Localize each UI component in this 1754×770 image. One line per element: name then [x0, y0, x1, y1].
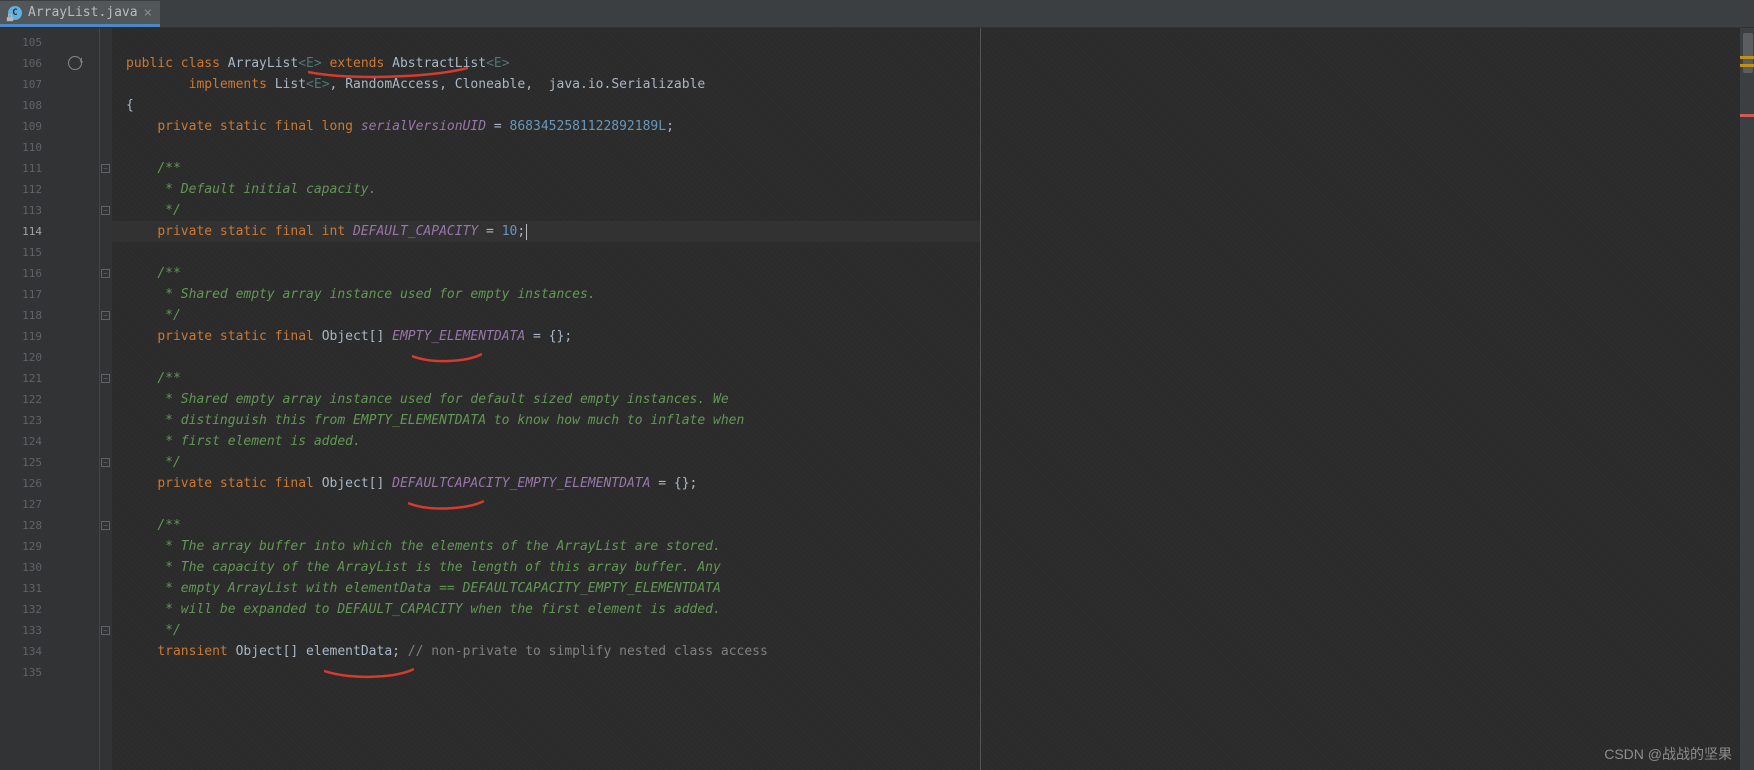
line-number[interactable]: 107 — [0, 74, 50, 95]
line-number[interactable]: 117 — [0, 284, 50, 305]
line-number[interactable]: 131 — [0, 578, 50, 599]
file-tab[interactable]: ArrayList.java × — [0, 1, 160, 27]
line-number[interactable]: 135 — [0, 662, 50, 683]
lock-icon — [6, 14, 14, 22]
line-number[interactable]: 111 — [0, 158, 50, 179]
line-number[interactable]: 105 — [0, 32, 50, 53]
line-number[interactable]: 128 — [0, 515, 50, 536]
line-number[interactable]: 118 — [0, 305, 50, 326]
line-number[interactable]: 126 — [0, 473, 50, 494]
watermark-text: CSDN @战战的坚果 — [1604, 744, 1732, 764]
line-number[interactable]: 116 — [0, 263, 50, 284]
line-number[interactable]: 109 — [0, 116, 50, 137]
line-number[interactable]: 122 — [0, 389, 50, 410]
fold-toggle-icon[interactable]: − — [101, 458, 110, 467]
line-number[interactable]: 113 — [0, 200, 50, 221]
line-number[interactable]: 115 — [0, 242, 50, 263]
fold-toggle-icon[interactable]: − — [101, 269, 110, 278]
fold-toggle-icon[interactable]: − — [101, 206, 110, 215]
line-number[interactable]: 112 — [0, 179, 50, 200]
right-split-panel — [980, 28, 1740, 770]
scroll-marker-warning[interactable] — [1740, 56, 1754, 59]
java-class-icon — [8, 6, 22, 20]
scroll-marker-warning[interactable] — [1740, 64, 1754, 67]
fold-toggle-icon[interactable]: − — [101, 311, 110, 320]
tab-bar: ArrayList.java × — [0, 0, 1754, 28]
fold-toggle-icon[interactable]: − — [101, 521, 110, 530]
line-number[interactable]: 134 — [0, 641, 50, 662]
line-number[interactable]: 129 — [0, 536, 50, 557]
fold-toggle-icon[interactable]: − — [101, 374, 110, 383]
line-number[interactable]: 114 — [0, 221, 50, 242]
action-gutter[interactable] — [50, 28, 100, 770]
scroll-marker-error[interactable] — [1740, 114, 1754, 117]
line-number[interactable]: 127 — [0, 494, 50, 515]
line-number[interactable]: 132 — [0, 599, 50, 620]
line-number[interactable]: 125 — [0, 452, 50, 473]
fold-toggle-icon[interactable]: − — [101, 164, 110, 173]
line-number[interactable]: 120 — [0, 347, 50, 368]
line-number[interactable]: 130 — [0, 557, 50, 578]
scrollbar-vertical[interactable] — [1740, 28, 1754, 770]
fold-gutter[interactable]: − − − − − − − − — [100, 28, 112, 770]
scrollbar-thumb[interactable] — [1743, 33, 1753, 73]
line-number[interactable]: 123 — [0, 410, 50, 431]
line-number[interactable]: 106 — [0, 53, 50, 74]
line-number[interactable]: 110 — [0, 137, 50, 158]
tab-close-button[interactable]: × — [144, 5, 152, 21]
line-number[interactable]: 124 — [0, 431, 50, 452]
line-number[interactable]: 119 — [0, 326, 50, 347]
tab-filename: ArrayList.java — [28, 5, 138, 20]
line-number[interactable]: 108 — [0, 95, 50, 116]
line-number[interactable]: 121 — [0, 368, 50, 389]
line-number-gutter[interactable]: 1051061071081091101111121131141151161171… — [0, 28, 50, 770]
fold-toggle-icon[interactable]: − — [101, 626, 110, 635]
override-marker-icon[interactable] — [68, 56, 82, 70]
line-number[interactable]: 133 — [0, 620, 50, 641]
